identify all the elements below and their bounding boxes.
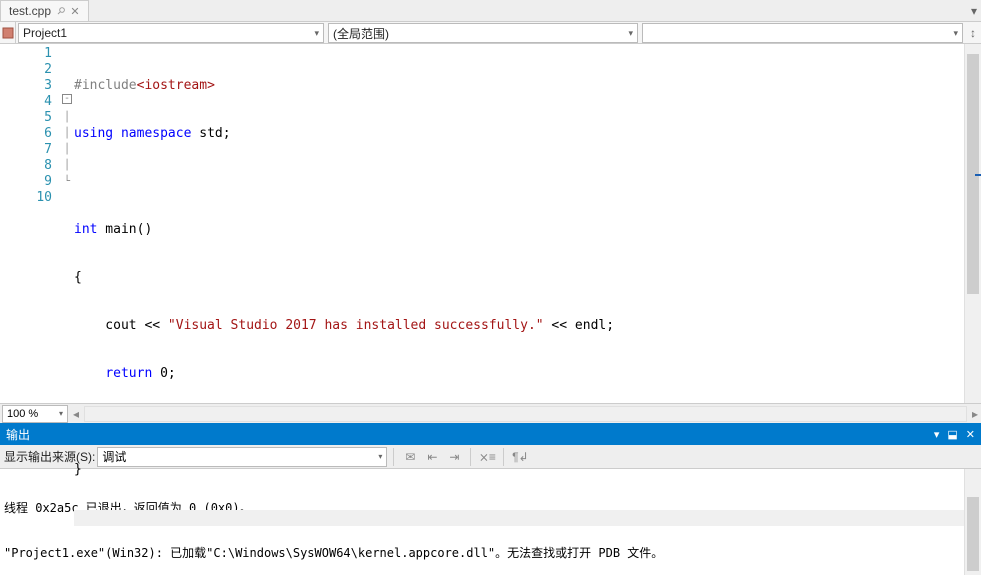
close-icon[interactable]: ✕ — [966, 428, 975, 441]
output-vertical-scrollbar[interactable] — [964, 469, 981, 575]
project-icon — [0, 22, 16, 43]
zoom-value: 100 % — [7, 408, 38, 420]
line-number-gutter: 1 2 3 4 5 6 7 8 9 10 — [0, 44, 60, 403]
function-dropdown[interactable]: (全局范围) ▾ — [328, 23, 638, 43]
split-icon[interactable]: ↕ — [965, 22, 981, 43]
editor-bottom-bar: 100 % ▾ ◂ ▸ — [0, 403, 981, 423]
editor-horizontal-scrollbar[interactable] — [84, 406, 967, 422]
chevron-down-icon: ▾ — [59, 409, 63, 418]
tab-overflow-dropdown[interactable]: ▾ — [967, 0, 981, 21]
chevron-down-icon: ▾ — [628, 28, 633, 39]
close-icon[interactable]: ✕ — [70, 5, 79, 18]
navigation-bar: Project1 ▾ (全局范围) ▾ ▾ ↕ — [0, 22, 981, 44]
code-content[interactable]: #include<iostream> using namespace std; … — [74, 44, 964, 403]
editor-vertical-scrollbar[interactable] — [964, 44, 981, 403]
scope-value: Project1 — [23, 26, 67, 40]
chevron-down-icon: ▾ — [953, 28, 958, 39]
code-editor[interactable]: 1 2 3 4 5 6 7 8 9 10 ││││└ #include<iost… — [0, 44, 981, 403]
fold-column: ││││└ — [60, 44, 74, 403]
function-value: (全局范围) — [333, 25, 389, 42]
tab-label: test.cpp — [9, 4, 51, 18]
tab-test-cpp[interactable]: test.cpp ⚲ ✕ — [0, 0, 89, 21]
scroll-right-icon[interactable]: ▸ — [969, 407, 981, 421]
output-title: 输出 — [6, 426, 30, 443]
pin-icon[interactable]: ⚲ — [54, 5, 67, 18]
document-tab-bar: test.cpp ⚲ ✕ ▾ — [0, 0, 981, 22]
scope-dropdown[interactable]: Project1 ▾ — [18, 23, 324, 43]
chevron-down-icon: ▾ — [314, 28, 319, 39]
zoom-dropdown[interactable]: 100 % ▾ — [2, 405, 68, 423]
member-dropdown[interactable]: ▾ — [642, 23, 963, 43]
fold-toggle[interactable] — [60, 94, 74, 110]
scrollbar-mark — [975, 174, 981, 176]
scrollbar-thumb[interactable] — [967, 497, 979, 571]
